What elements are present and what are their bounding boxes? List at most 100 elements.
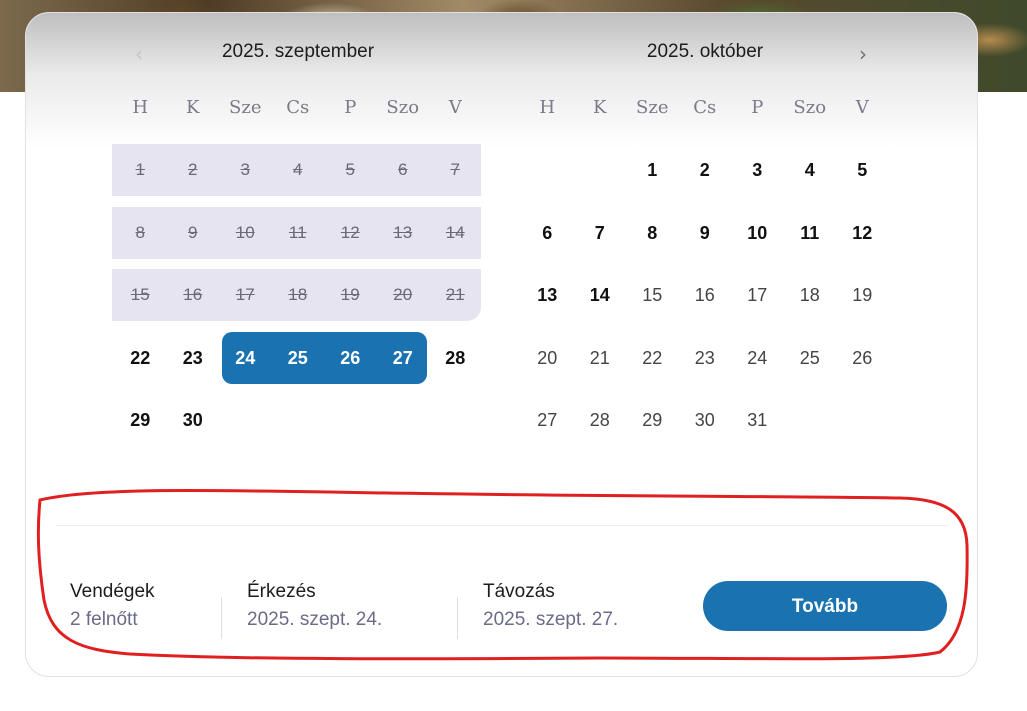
day-available[interactable]: 30	[167, 394, 220, 446]
arrival-field[interactable]: Érkezés 2025. szept. 24.	[247, 579, 382, 635]
day-available[interactable]: 5	[836, 144, 889, 196]
day-grid: 1 2 3 4 5 6 7 8 9 10 11 12 13 14 15 16 17 18 19 20 21 22 23 24 2…	[521, 144, 889, 457]
day-available[interactable]: 11	[784, 207, 837, 259]
month-october: 2025. október H K Sze Cs P Szo V 1 2 3 4 5 6 7 8 9 10 11…	[521, 13, 889, 453]
day-unavailable: 16	[183, 285, 203, 304]
day-available[interactable]: 18	[784, 269, 837, 321]
day-unavailable: 13	[393, 222, 413, 242]
arrival-value: 2025. szept. 24.	[247, 609, 383, 630]
day-available[interactable]: 22	[626, 332, 679, 384]
day-selected[interactable]: 25	[272, 332, 325, 384]
day-unavailable: 11	[288, 222, 307, 242]
day-available[interactable]: 21	[574, 332, 627, 384]
day-available[interactable]: 31	[731, 394, 784, 446]
week-row: 29 30	[114, 394, 482, 446]
guests-value: 2 felnőtt	[70, 609, 138, 630]
day-available[interactable]: 8	[626, 207, 679, 259]
weekday-label: Cs	[286, 97, 310, 118]
departure-value: 2025. szept. 27.	[483, 609, 619, 630]
weekday-label: K	[186, 97, 200, 118]
empty-day	[324, 394, 377, 446]
day-available[interactable]: 3	[731, 144, 784, 196]
empty-day	[377, 394, 430, 446]
weekday-label: H	[539, 97, 556, 118]
day-available[interactable]: 10	[731, 207, 784, 259]
day-available[interactable]: 29	[626, 394, 679, 446]
empty-day	[784, 394, 837, 446]
week-row: 8 9 10 11 12 13 14	[112, 206, 482, 259]
weekday-label: P	[751, 97, 764, 118]
day-available[interactable]: 14	[574, 269, 627, 321]
day-unavailable: 12	[340, 222, 360, 242]
week-row: 27 28 29 30 31	[521, 394, 889, 446]
week-row: 22 23 24 25 26 27 28	[114, 331, 482, 384]
day-unavailable: 7	[450, 160, 460, 179]
empty-day	[521, 144, 574, 196]
week-row: 6 7 8 9 10 11 12	[521, 207, 889, 259]
day-unavailable: 5	[345, 160, 355, 179]
week-row: 20 21 22 23 24 25 26	[521, 332, 889, 384]
day-unavailable: 19	[340, 285, 360, 304]
day-available[interactable]: 28	[429, 332, 482, 384]
day-unavailable: 3	[240, 160, 250, 179]
weekday-label: Sze	[636, 97, 669, 118]
day-available[interactable]: 15	[626, 269, 679, 321]
day-available[interactable]: 19	[836, 269, 889, 321]
departure-field[interactable]: Távozás 2025. szept. 27.	[483, 579, 618, 635]
day-available[interactable]: 27	[521, 394, 574, 446]
day-available[interactable]: 30	[679, 394, 732, 446]
day-available[interactable]: 28	[574, 394, 627, 446]
day-unavailable: 10	[235, 222, 255, 242]
day-available[interactable]: 23	[679, 332, 732, 384]
day-available[interactable]: 26	[836, 332, 889, 384]
day-selected[interactable]: 24	[219, 332, 272, 384]
departure-label: Távozás	[483, 581, 555, 602]
day-available[interactable]: 25	[784, 332, 837, 384]
day-available[interactable]: 12	[836, 207, 889, 259]
weekday-label: Sze	[229, 97, 262, 118]
month-title: 2025. szeptember	[221, 41, 375, 62]
day-unavailable: 20	[393, 285, 413, 304]
footer-divider	[56, 525, 948, 526]
week-row: 13 14 15 16 17 18 19	[521, 269, 889, 321]
day-unavailable: 4	[293, 160, 303, 179]
day-available[interactable]: 23	[167, 332, 220, 384]
day-unavailable: 2	[188, 160, 198, 179]
week-row: 12345	[521, 144, 889, 196]
day-available[interactable]: 29	[114, 394, 167, 446]
day-selected[interactable]: 26	[324, 332, 377, 384]
empty-day	[836, 394, 889, 446]
day-available[interactable]: 16	[679, 269, 732, 321]
day-available[interactable]: 24	[731, 332, 784, 384]
month-september: 2025. szeptember H K Sze Cs P Szo V 1234567891…	[112, 13, 482, 453]
day-available[interactable]: 9	[679, 207, 732, 259]
day-unavailable: 18	[288, 285, 308, 304]
day-unavailable: 1	[135, 160, 145, 179]
next-button[interactable]: Tovább	[703, 581, 947, 631]
day-available[interactable]: 4	[784, 144, 837, 196]
guests-field[interactable]: Vendégek 2 felnőtt	[70, 579, 155, 635]
day-available[interactable]: 1	[626, 144, 679, 196]
day-available[interactable]: 2	[679, 144, 732, 196]
weekday-header: H K Sze Cs P Szo V	[521, 97, 889, 118]
day-selected[interactable]: 27	[377, 332, 430, 384]
weekday-label: H	[132, 97, 149, 118]
day-available[interactable]: 13	[521, 269, 574, 321]
day-unavailable: 6	[398, 160, 408, 179]
weekday-label: Szo	[386, 97, 420, 118]
date-picker-card: ‹ › 2025. szeptember H K Sze Cs P Szo V 123456…	[25, 12, 978, 677]
day-available[interactable]: 7	[574, 207, 627, 259]
empty-day	[574, 144, 627, 196]
day-unavailable: 15	[130, 285, 150, 304]
empty-day	[429, 394, 482, 446]
weekday-label: Szo	[793, 97, 827, 118]
day-available[interactable]: 20	[521, 332, 574, 384]
day-available[interactable]: 17	[731, 269, 784, 321]
day-available[interactable]: 22	[114, 332, 167, 384]
weekday-label: Cs	[693, 97, 717, 118]
weekday-label: V	[448, 97, 462, 118]
weekday-label: K	[593, 97, 607, 118]
day-available[interactable]: 6	[521, 207, 574, 259]
day-grid: 1 2 3 4 5 6 7 8 9 10 11 12 13 14 15 16 17 18 19 20 21 22 23 24 2…	[112, 144, 482, 457]
day-unavailable: 8	[135, 222, 145, 242]
